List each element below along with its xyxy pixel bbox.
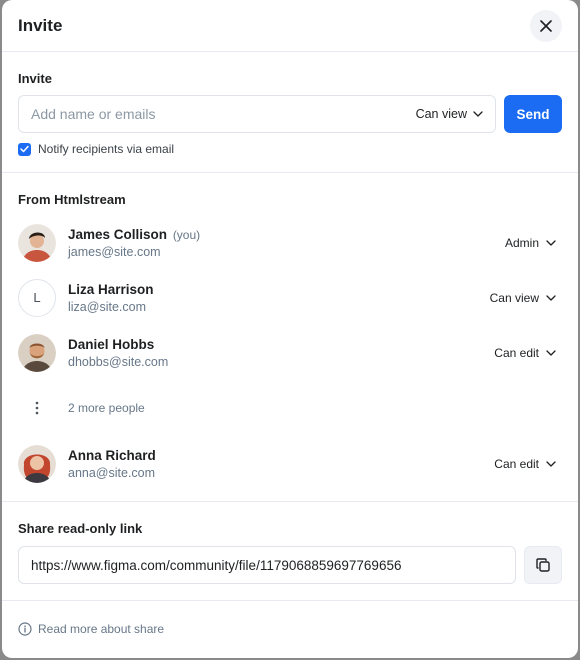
dialog-footer: Read more about share [2,601,578,657]
invite-dialog: Invite Invite Can view Send [2,0,578,658]
chevron-down-icon [546,294,556,301]
invite-row: Can view Send [18,95,562,133]
member-email: dhobbs@site.com [68,354,169,369]
share-link-row: https://www.figma.com/community/file/117… [18,546,562,584]
close-button[interactable] [530,9,562,42]
chevron-down-icon [546,349,556,356]
more-people-link[interactable]: 2 more people [68,401,145,415]
member-role-select[interactable]: Can edit [494,457,562,471]
copy-icon [536,558,550,572]
member-role-value: Can view [489,290,539,305]
member-row: Daniel Hobbs dhobbs@site.com Can edit [18,325,562,380]
avatar [18,333,56,372]
member-role-value: Can edit [494,345,539,360]
member-role-select[interactable]: Can view [490,291,562,305]
member-name-text: Daniel Hobbs [68,336,155,352]
member-info: James Collison (you) james@site.com [68,227,505,259]
invite-field: Can view [18,95,496,133]
share-link-field[interactable]: https://www.figma.com/community/file/117… [18,546,516,584]
send-button[interactable]: Send [504,95,562,133]
members-section: From Htmlstream James Collison (you) jam… [2,173,578,502]
avatar [18,444,56,483]
notify-option: Notify recipients via email [18,142,562,156]
member-row: L Liza Harrison liza@site.com Can view [18,270,562,325]
member-list: James Collison (you) james@site.com Admi… [18,215,562,491]
member-name-text: Anna Richard [68,447,156,463]
member-info: Anna Richard anna@site.com [68,448,494,480]
share-link-label: Share read-only link [18,521,143,536]
member-role-value: Can edit [494,456,539,471]
read-more-link[interactable]: Read more about share [38,622,164,636]
close-icon [540,19,552,32]
dialog-header: Invite [2,0,578,52]
member-role-select[interactable]: Admin [505,236,562,250]
member-name: Anna Richard [68,448,494,463]
member-email: james@site.com [68,244,161,259]
member-name-text: James Collison [68,226,168,242]
member-role-select[interactable]: Can edit [494,346,562,360]
chevron-down-icon [473,111,483,117]
member-info: Liza Harrison liza@site.com [68,282,490,314]
chevron-down-icon [546,460,556,467]
more-people-row: 2 more people [18,380,562,436]
avatar [18,223,56,262]
member-name: James Collison (you) [68,227,505,242]
notify-checkbox[interactable] [18,142,31,156]
share-link-section: Share read-only link https://www.figma.c… [2,502,578,601]
member-email: liza@site.com [68,299,146,314]
check-icon [20,145,29,153]
copy-link-button[interactable] [524,546,562,584]
invite-input[interactable] [31,106,416,122]
invite-permission-select[interactable]: Can view [416,107,483,121]
chevron-down-icon [546,239,556,246]
member-email: anna@site.com [68,465,156,480]
dialog-title: Invite [18,15,63,35]
invite-section: Invite Can view Send Notify recipients v… [2,52,578,173]
member-row: Anna Richard anna@site.com Can edit [18,436,562,491]
member-name: Liza Harrison [68,282,490,297]
info-icon [18,622,32,636]
members-heading: From Htmlstream [18,192,126,207]
notify-label: Notify recipients via email [38,142,175,156]
more-vertical-icon [18,401,56,415]
member-role-value: Admin [504,235,539,250]
member-row: James Collison (you) james@site.com Admi… [18,215,562,270]
member-name-text: Liza Harrison [68,281,154,297]
you-tag: (you) [172,227,201,242]
member-info: Daniel Hobbs dhobbs@site.com [68,337,494,369]
invite-permission-value: Can view [415,107,467,121]
avatar: L [18,278,56,317]
invite-label: Invite [18,71,52,86]
member-name: Daniel Hobbs [68,337,494,352]
